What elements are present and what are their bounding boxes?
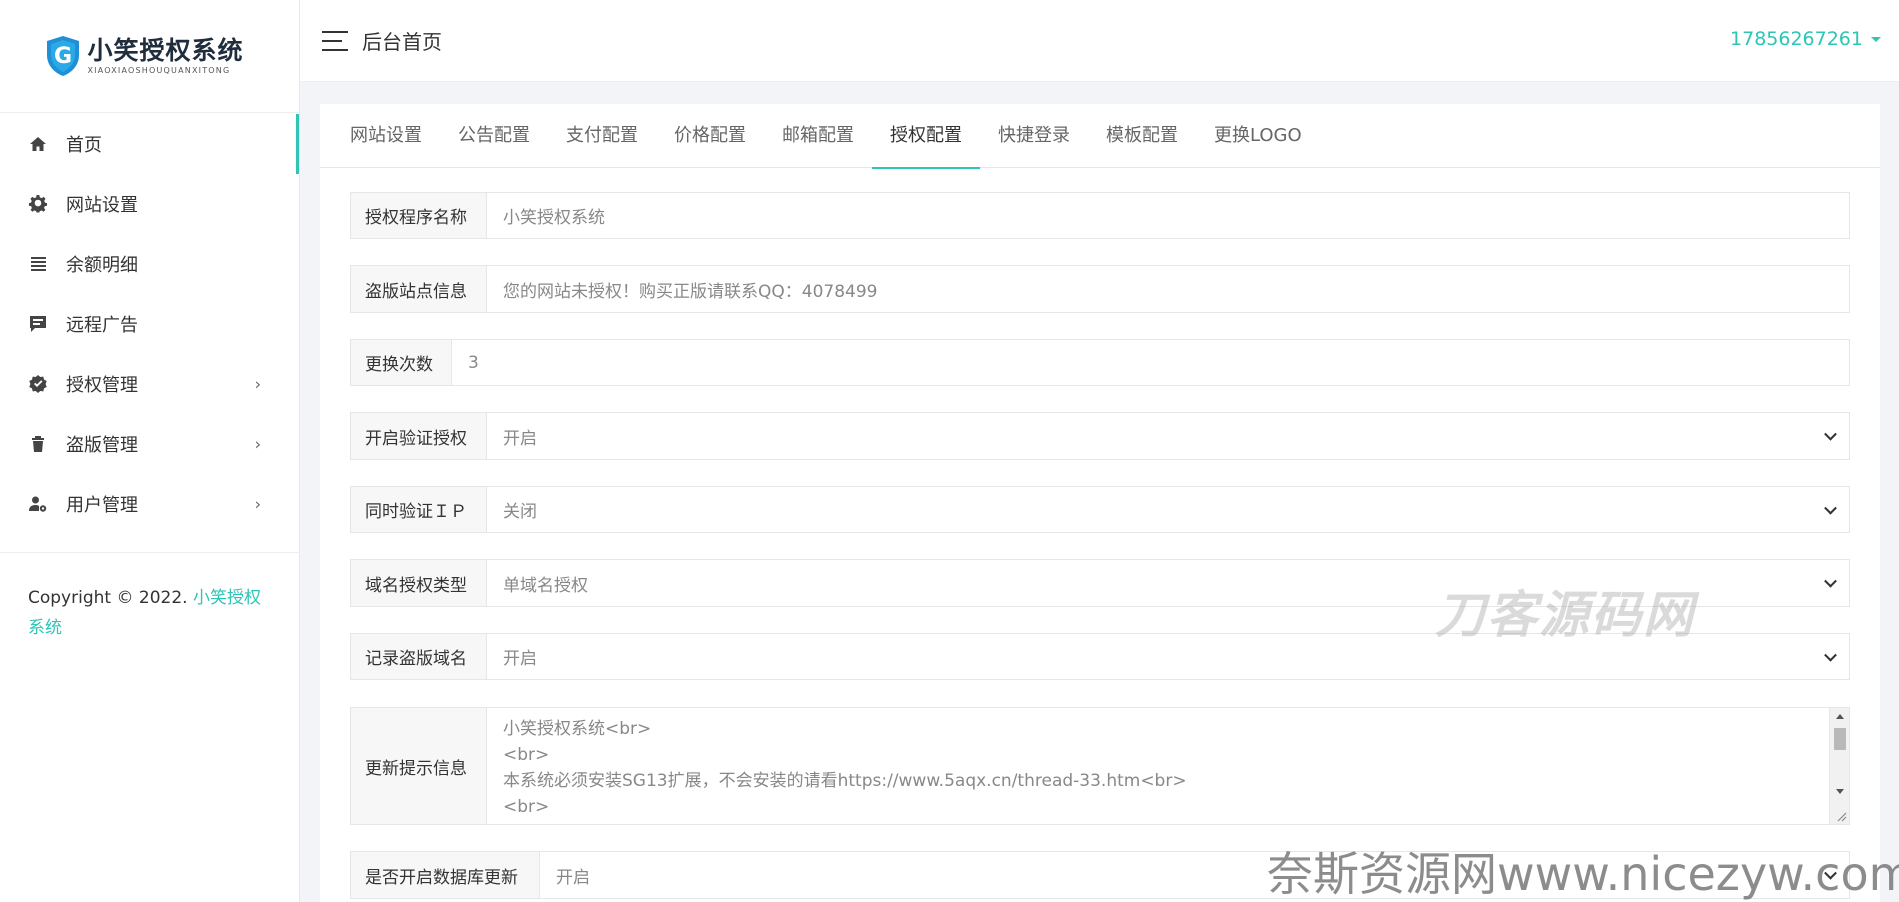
list-icon (28, 254, 48, 274)
sidebar-item-label: 授权管理 (66, 375, 138, 396)
sidebar-nav: 首页 网站设置 余额明细 远程广告 授权管理 › 盗版管理 › 用户管理 › (0, 114, 299, 534)
user-name: 17856267261 (1730, 28, 1863, 50)
home-icon (28, 134, 48, 154)
sidebar-item-label: 用户管理 (66, 495, 138, 516)
sidebar-item-label: 余额明细 (66, 255, 138, 276)
caret-down-icon (1871, 36, 1881, 42)
scroll-thumb[interactable] (1834, 728, 1846, 750)
sidebar-item-home[interactable]: 首页 (0, 114, 299, 174)
badge-check-icon (28, 374, 48, 394)
form-row-verify-ip: 同时验证ＩＰ 关闭 (350, 486, 1850, 533)
field-label: 更新提示信息 (351, 708, 487, 824)
watermark-bottom: 奈斯资源网www.nicezyw.com (1267, 847, 1899, 901)
tab-website-settings[interactable]: 网站设置 (332, 104, 440, 168)
sidebar-item-license-management[interactable]: 授权管理 › (0, 354, 299, 414)
pirate-info-input[interactable]: 您的网站未授权！购买正版请联系QQ：4078499 (487, 266, 1849, 312)
form-row-program-name: 授权程序名称 小笑授权系统 (350, 192, 1850, 239)
menu-toggle-icon[interactable] (322, 30, 348, 51)
textarea-scrollbar[interactable] (1829, 708, 1849, 824)
sidebar-item-label: 盗版管理 (66, 435, 138, 456)
sidebar-item-label: 网站设置 (66, 195, 138, 216)
chevron-right-icon: › (254, 374, 261, 394)
tab-template[interactable]: 模板配置 (1088, 104, 1196, 168)
chevron-right-icon: › (254, 434, 261, 454)
logo-title: 小笑授权系统 (87, 36, 244, 65)
svg-text:G: G (54, 44, 72, 69)
resize-handle-icon[interactable] (1835, 810, 1847, 822)
form-row-change-count: 更换次数 3 (350, 339, 1850, 386)
form-row-update-message: 更新提示信息 小笑授权系统<br> <br> 本系统必须安装SG13扩展，不会安… (350, 707, 1850, 825)
chevron-down-icon (1824, 501, 1837, 515)
tab-quick-login[interactable]: 快捷登录 (980, 104, 1088, 168)
field-label: 同时验证ＩＰ (351, 487, 487, 532)
sidebar-item-label: 远程广告 (66, 315, 138, 336)
tab-announcement[interactable]: 公告配置 (440, 104, 548, 168)
sidebar-item-label: 首页 (66, 135, 102, 156)
trash-icon (28, 434, 48, 454)
field-label: 授权程序名称 (351, 193, 487, 238)
gear-icon (28, 194, 48, 214)
field-label: 域名授权类型 (351, 560, 487, 606)
user-menu[interactable]: 17856267261 (1730, 28, 1881, 50)
copyright: Copyright © 2022. 小笑授权系统 (28, 588, 261, 638)
form-row-pirate-info: 盗版站点信息 您的网站未授权！购买正版请联系QQ：4078499 (350, 265, 1850, 313)
tab-email[interactable]: 邮箱配置 (764, 104, 872, 168)
sidebar-item-remote-ads[interactable]: 远程广告 (0, 294, 299, 354)
program-name-input[interactable]: 小笑授权系统 (487, 193, 1849, 238)
update-message-textarea[interactable]: 小笑授权系统<br> <br> 本系统必须安装SG13扩展，不会安装的请看htt… (487, 708, 1849, 824)
change-count-input[interactable]: 3 (452, 340, 1849, 385)
sidebar-item-balance[interactable]: 余额明细 (0, 234, 299, 294)
field-label: 记录盗版域名 (351, 634, 487, 679)
sidebar-item-user-management[interactable]: 用户管理 › (0, 474, 299, 534)
message-icon (28, 314, 48, 334)
scroll-up-icon[interactable] (1836, 714, 1844, 719)
chevron-right-icon: › (254, 494, 261, 514)
verify-ip-select[interactable]: 关闭 (487, 487, 1849, 532)
field-label: 盗版站点信息 (351, 266, 487, 312)
sidebar: G 小笑授权系统 XIAOXIAOSHOUQUANXITONG 首页 网站设置 (0, 0, 300, 902)
field-label: 开启验证授权 (351, 413, 487, 459)
tab-license[interactable]: 授权配置 (872, 104, 980, 169)
scroll-down-icon[interactable] (1836, 789, 1844, 794)
field-label: 是否开启数据库更新 (351, 852, 540, 898)
chevron-down-icon (1824, 574, 1837, 588)
page-title: 后台首页 (362, 30, 442, 54)
enable-verify-select[interactable]: 开启 (487, 413, 1849, 459)
user-cog-icon (28, 494, 48, 514)
chevron-down-icon (1824, 427, 1837, 441)
tab-payment[interactable]: 支付配置 (548, 104, 656, 168)
field-label: 更换次数 (351, 340, 452, 385)
tab-price[interactable]: 价格配置 (656, 104, 764, 168)
logo[interactable]: G 小笑授权系统 XIAOXIAOSHOUQUANXITONG (0, 0, 299, 113)
sidebar-item-piracy-management[interactable]: 盗版管理 › (0, 414, 299, 474)
settings-card: 网站设置 公告配置 支付配置 价格配置 邮箱配置 授权配置 快捷登录 模板配置 … (320, 104, 1880, 902)
top-header: 后台首页 17856267261 (300, 0, 1899, 82)
settings-tabs: 网站设置 公告配置 支付配置 价格配置 邮箱配置 授权配置 快捷登录 模板配置 … (320, 104, 1880, 169)
shield-logo-icon: G (47, 36, 80, 76)
tab-change-logo[interactable]: 更换LOGO (1196, 104, 1320, 168)
logo-subtitle: XIAOXIAOSHOUQUANXITONG (87, 66, 231, 75)
form-row-enable-verify: 开启验证授权 开启 (350, 412, 1850, 460)
chevron-down-icon (1824, 648, 1837, 662)
sidebar-item-website-settings[interactable]: 网站设置 (0, 174, 299, 234)
watermark-top: 刀客源码网 (1435, 586, 1695, 644)
